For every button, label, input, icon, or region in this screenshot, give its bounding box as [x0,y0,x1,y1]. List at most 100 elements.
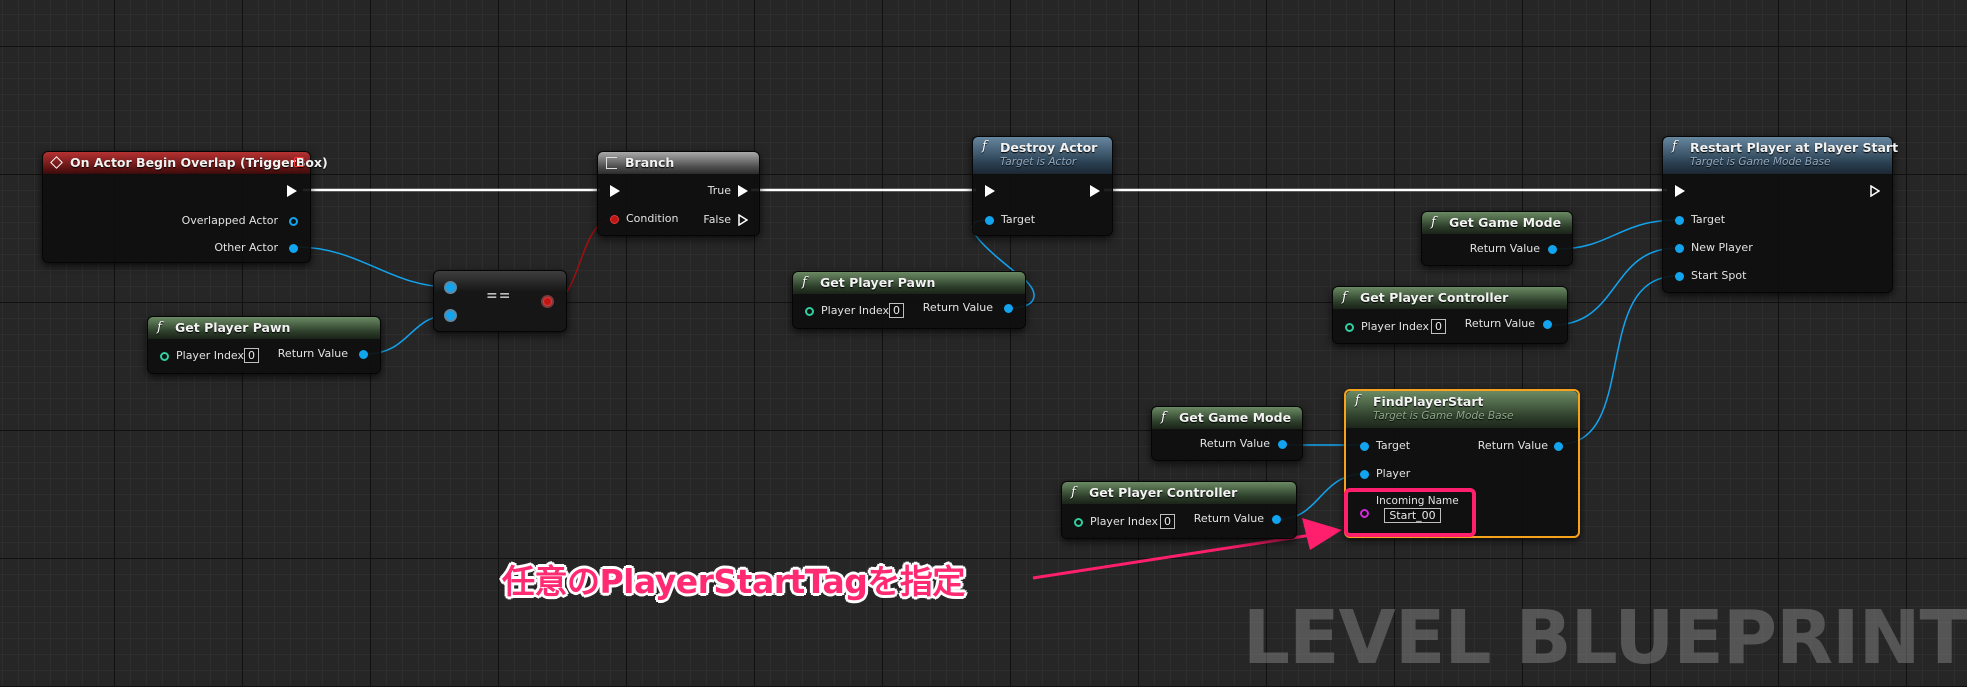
pin-row-player: Player [1376,467,1410,481]
exec-in-pin[interactable] [1675,185,1685,197]
pin-row-player-index: Player Index [821,304,889,318]
node-get-game-mode[interactable]: f Get Game Mode Return Value [1151,406,1303,461]
pin-return-value[interactable] [1548,245,1557,254]
branch-icon [606,157,617,169]
exec-out-pin[interactable] [1870,185,1880,197]
node-title: Get Player Pawn [175,320,291,335]
player-index-field[interactable]: 0 [244,348,259,363]
pin-row-return-value: Return Value [1470,242,1540,256]
pin-row-target: Target [1001,213,1035,227]
pin-player-index[interactable] [805,307,814,316]
pin-row-return-value: Return Value [1478,439,1548,453]
player-index-field[interactable]: 0 [1431,319,1446,334]
node-header: f Restart Player at Player Start Target … [1663,137,1898,174]
pin-label: Return Value [1469,242,1540,255]
pin-label: Target [1691,213,1726,226]
player-index-field[interactable]: 0 [889,303,904,318]
node-subtitle: Target is Game Mode Base [1373,410,1514,422]
node-title: Get Game Mode [1179,410,1292,425]
pin-row-other-actor: Other Actor [214,241,278,255]
pin-row-player-index: Player Index [176,349,244,363]
function-icon: f [157,320,162,335]
wire-other-actor-equals [295,246,451,288]
pin-row-false: False [703,213,731,227]
node-get-player-pawn[interactable]: f Get Player Pawn Player Index 0 Return … [792,271,1026,329]
pin-row-return-value: Return Value [1200,437,1270,451]
blueprint-graph-canvas[interactable]: On Actor Begin Overlap (TriggerBox) Over… [0,0,1967,687]
pin-row-true: True [708,184,731,198]
node-title: Get Player Pawn [820,275,936,290]
node-header: f Get Game Mode [1422,212,1572,234]
pin-target[interactable] [985,216,994,225]
pin-player-index[interactable] [1074,518,1083,527]
wire-gamemode1-restart-target [1557,219,1678,250]
node-get-game-mode[interactable]: f Get Game Mode Return Value [1421,211,1573,266]
player-index-field[interactable]: 0 [1160,514,1175,529]
incoming-name-highlight [1344,488,1476,537]
exec-out-pin[interactable] [1090,185,1100,197]
pin-equals-b[interactable] [446,311,455,320]
delegate-square-icon[interactable] [294,157,304,167]
pin-other-actor[interactable] [289,244,298,253]
node-subtitle: Target is Actor [1000,156,1077,168]
node-destroy-actor[interactable]: f Destroy Actor Target is Actor Target [972,136,1113,236]
node-restart-player-at-player-start[interactable]: f Restart Player at Player Start Target … [1662,136,1898,293]
function-icon: f [1431,215,1436,230]
node-header: f Get Player Controller [1333,287,1567,309]
pin-label: New Player [1691,241,1753,254]
pin-row-target: Target [1376,439,1410,453]
pin-return-value[interactable] [1543,320,1552,329]
pin-return-value[interactable] [1278,440,1287,449]
pin-row-return-value: Return Value [1465,317,1535,331]
pin-overlapped-actor[interactable] [289,217,298,226]
pin-row-player-index: Player Index [1361,320,1429,334]
node-header: f Get Game Mode [1152,407,1302,429]
node-header: f Destroy Actor Target is Actor [973,137,1112,174]
pin-label: Condition [626,212,679,225]
exec-out-pin[interactable] [287,185,297,197]
node-get-player-pawn[interactable]: f Get Player Pawn Player Index 0 Return … [147,316,381,374]
pin-start-spot[interactable] [1675,272,1684,281]
pin-return-value[interactable] [1554,442,1563,451]
pin-return-value[interactable] [359,350,368,359]
node-branch[interactable]: Branch True Condition False [597,151,760,236]
node-get-player-controller[interactable]: f Get Player Controller Player Index 0 R… [1061,481,1297,539]
exec-in-pin[interactable] [985,185,995,197]
pin-target[interactable] [1675,216,1684,225]
node-title: FindPlayerStart [1373,394,1484,409]
pin-return-value[interactable] [1272,515,1281,524]
annotation-arrow-line [1032,532,1319,580]
node-equals[interactable]: == [433,270,567,332]
node-get-player-controller[interactable]: f Get Player Controller Player Index 0 R… [1332,286,1568,344]
pin-equals-result[interactable] [543,297,552,306]
node-header: f FindPlayerStart Target is Game Mode Ba… [1346,391,1578,428]
pin-condition[interactable] [610,215,619,224]
pin-label: Return Value [1199,437,1270,450]
equals-operator-label: == [486,288,512,304]
exec-in-pin[interactable] [610,185,620,197]
event-diamond-icon [50,156,63,169]
exec-false-pin[interactable] [738,214,748,226]
node-header: Branch [598,152,759,174]
pin-row-return-value: Return Value [923,301,993,315]
node-title: Destroy Actor [1000,140,1098,155]
pin-label: Player Index [821,304,890,317]
pin-label: Target [1376,439,1411,452]
level-blueprint-watermark: LEVEL BLUEPRINT [1242,595,1967,681]
pin-player-index[interactable] [160,352,169,361]
node-on-actor-begin-overlap[interactable]: On Actor Begin Overlap (TriggerBox) Over… [42,151,328,263]
pin-equals-a[interactable] [446,283,455,292]
function-icon: f [1071,485,1076,500]
pin-label: Return Value [922,301,993,314]
pin-target[interactable] [1360,442,1369,451]
function-icon: f [1672,139,1677,154]
pin-player-index[interactable] [1345,323,1354,332]
pin-label: Player [1376,467,1411,480]
function-icon: f [982,139,987,154]
pin-return-value[interactable] [1004,304,1013,313]
pin-new-player[interactable] [1675,244,1684,253]
node-title: Branch [625,155,675,170]
pin-player[interactable] [1360,470,1369,479]
annotation-arrow-head [1302,518,1342,550]
exec-true-pin[interactable] [738,185,748,197]
